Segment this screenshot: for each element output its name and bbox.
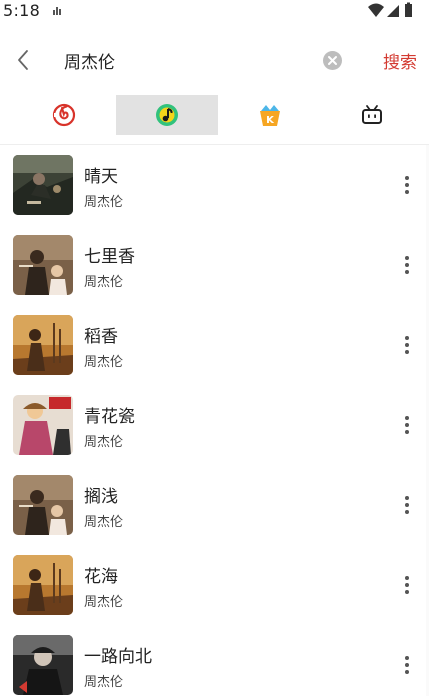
album-cover (13, 315, 73, 375)
song-artist: 周杰伦 (84, 435, 124, 450)
song-title: 稻香 (84, 327, 118, 347)
album-cover (13, 475, 73, 535)
wifi-icon (368, 3, 384, 17)
status-bar: 5:18 (0, 0, 429, 22)
netease-music-icon (52, 103, 76, 127)
tab-bilibili[interactable] (321, 95, 423, 135)
chevron-left-icon[interactable] (12, 48, 36, 72)
music-source-tabs: K (0, 95, 429, 135)
search-bar: 搜索 (0, 40, 429, 80)
tab-netease[interactable] (13, 95, 115, 135)
album-cover (13, 635, 73, 695)
qq-music-icon (156, 104, 178, 126)
song-title: 晴天 (84, 167, 118, 187)
battery-icon (405, 2, 412, 17)
more-vertical-icon[interactable] (400, 175, 414, 195)
more-vertical-icon[interactable] (400, 575, 414, 595)
more-vertical-icon[interactable] (400, 655, 414, 675)
song-row[interactable]: 七里香 周杰伦 (0, 225, 429, 305)
notification-icon (53, 7, 61, 15)
status-time: 5:18 (3, 1, 41, 20)
song-title: 青花瓷 (84, 407, 135, 427)
song-title: 一路向北 (84, 647, 152, 667)
kuwo-music-icon: K (260, 105, 280, 126)
song-row[interactable]: 稻香 周杰伦 (0, 305, 429, 385)
album-cover (13, 395, 73, 455)
tab-qq-music[interactable] (116, 95, 218, 135)
song-artist: 周杰伦 (84, 595, 124, 610)
more-vertical-icon[interactable] (400, 495, 414, 515)
signal-icon (387, 5, 399, 17)
album-cover (13, 555, 73, 615)
more-vertical-icon[interactable] (400, 335, 414, 355)
song-title: 花海 (84, 567, 118, 587)
tab-kuwo[interactable]: K (219, 95, 321, 135)
song-artist: 周杰伦 (84, 195, 124, 210)
more-vertical-icon[interactable] (400, 255, 414, 275)
svg-text:K: K (266, 115, 275, 126)
clear-circle-icon[interactable] (323, 51, 342, 70)
more-vertical-icon[interactable] (400, 415, 414, 435)
song-row[interactable]: 青花瓷 周杰伦 (0, 385, 429, 465)
song-artist: 周杰伦 (84, 675, 124, 690)
album-cover (13, 155, 73, 215)
song-title: 搁浅 (84, 487, 118, 507)
song-row[interactable]: 搁浅 周杰伦 (0, 465, 429, 545)
song-artist: 周杰伦 (84, 515, 124, 530)
song-artist: 周杰伦 (84, 275, 124, 290)
song-row[interactable]: 一路向北 周杰伦 (0, 625, 429, 696)
song-title: 七里香 (84, 247, 135, 267)
search-button[interactable]: 搜索 (383, 48, 417, 73)
bilibili-tv-icon (362, 105, 382, 124)
search-input[interactable] (64, 46, 314, 74)
status-indicators (368, 2, 412, 17)
song-row[interactable]: 花海 周杰伦 (0, 545, 429, 625)
song-artist: 周杰伦 (84, 355, 124, 370)
song-row[interactable]: 晴天 周杰伦 (0, 145, 429, 225)
album-cover (13, 235, 73, 295)
song-list: 晴天 周杰伦 七里香 周杰伦 稻香 周杰伦 青花瓷 周杰伦 搁浅 周杰伦 花海 … (0, 145, 429, 696)
